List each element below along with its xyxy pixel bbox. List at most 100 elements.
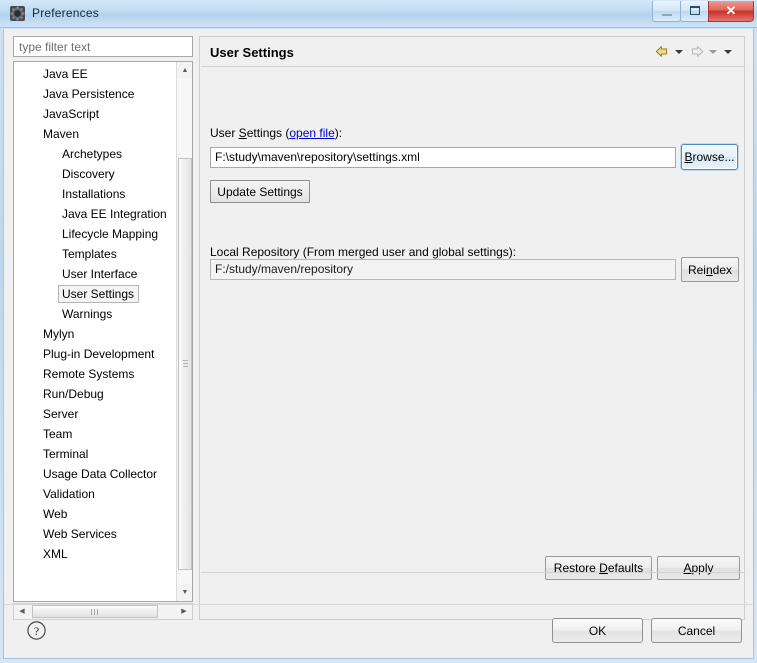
footer-separator	[4, 604, 753, 605]
tree-item-label: JavaScript	[43, 107, 100, 121]
tree-item[interactable]: User Interface	[14, 264, 176, 284]
tree-item[interactable]: Web	[14, 504, 176, 524]
tree-item[interactable]: Templates	[14, 244, 176, 264]
tree-item[interactable]: Plug-in Development	[14, 344, 176, 364]
reindex-button[interactable]: Reindex	[681, 257, 739, 282]
maximize-button[interactable]	[680, 1, 709, 22]
user-settings-label: User Settings (open file):	[210, 126, 343, 140]
tree-item[interactable]: Remote Systems	[14, 364, 176, 384]
title-bar: Preferences ✕	[0, 0, 757, 28]
filter-placeholder: type filter text	[19, 40, 91, 54]
scroll-left-arrow-icon[interactable]: ◀	[14, 604, 30, 619]
page-nav-toolbar	[654, 43, 735, 60]
tree-item-label: Discovery	[62, 167, 115, 181]
scroll-thumb-grip-icon	[183, 360, 188, 368]
scroll-down-arrow-icon[interactable]: ▼	[177, 584, 192, 601]
window-controls: ✕	[652, 1, 754, 23]
tree-item[interactable]: Archetypes	[14, 144, 176, 164]
tree-item[interactable]: Discovery	[14, 164, 176, 184]
tree-item[interactable]: Server	[14, 404, 176, 424]
scroll-up-arrow-icon[interactable]: ▲	[177, 62, 192, 79]
preferences-gear-icon	[9, 5, 26, 22]
tree-item[interactable]: Web Services	[14, 524, 176, 544]
local-repository-path-input: F:/study/maven/repository	[210, 259, 676, 280]
tree-item[interactable]: User Settings	[14, 284, 176, 304]
tree-item-label: Java EE Integration	[62, 207, 167, 221]
preferences-tree[interactable]: Java EE Java Persistence JavaScript Maven Ar…	[13, 61, 193, 602]
preferences-window: Preferences ✕ type filter text Java EE Ja…	[0, 0, 757, 663]
update-settings-button[interactable]: Update Settings	[210, 180, 310, 203]
browse-button[interactable]: Browse...	[681, 144, 738, 170]
back-arrow-icon[interactable]	[654, 43, 671, 60]
tree-item-label: User Interface	[62, 267, 138, 281]
maximize-icon	[690, 6, 700, 15]
minimize-icon	[662, 14, 672, 16]
tree-item-label: Terminal	[43, 447, 89, 461]
tree-item[interactable]: Validation	[14, 484, 176, 504]
ok-button[interactable]: OK	[552, 618, 643, 643]
tree-item[interactable]: Lifecycle Mapping	[14, 224, 176, 244]
tree-item-label: Mylyn	[43, 327, 75, 341]
scroll-right-arrow-icon[interactable]: ▶	[176, 604, 192, 619]
close-button[interactable]: ✕	[708, 1, 754, 22]
svg-text:?: ?	[34, 624, 39, 638]
tree-item-label: Validation	[43, 487, 95, 501]
tree-item[interactable]: JavaScript	[14, 104, 176, 124]
open-file-link[interactable]: open file	[289, 126, 334, 140]
tree-item-label: User Settings	[62, 287, 135, 301]
tree-item-label: Archetypes	[62, 147, 123, 161]
tree-item[interactable]: Java EE	[14, 64, 176, 84]
tree-item[interactable]: Terminal	[14, 444, 176, 464]
page-bottom-separator	[201, 572, 745, 573]
page-title: User Settings	[210, 45, 294, 60]
tree-item[interactable]: Warnings	[14, 304, 176, 324]
tree-item[interactable]: Run/Debug	[14, 384, 176, 404]
tree-item-label: XML	[43, 547, 68, 561]
tree-item-label: Warnings	[62, 307, 113, 321]
forward-arrow-icon	[688, 43, 705, 60]
dialog-body: type filter text Java EE Java Persistence…	[3, 29, 754, 659]
filter-input[interactable]: type filter text	[13, 36, 193, 57]
tree-item-label: Server	[43, 407, 79, 421]
tree-item-label: Maven	[43, 127, 80, 141]
tree-horizontal-scroll-thumb[interactable]	[32, 605, 158, 618]
tree-item-label: Web	[43, 507, 68, 521]
apply-button[interactable]: Apply	[657, 556, 740, 580]
back-dropdown-icon[interactable]	[673, 43, 686, 60]
tree-item-label: Java EE	[43, 67, 88, 81]
tree-item[interactable]: XML	[14, 544, 176, 564]
tree-item-label: Lifecycle Mapping	[62, 227, 159, 241]
tree-vertical-scroll-thumb[interactable]	[178, 158, 192, 570]
tree-item[interactable]: Installations	[14, 184, 176, 204]
view-menu-icon[interactable]	[722, 43, 735, 60]
tree-item-label: Java Persistence	[43, 87, 135, 101]
tree-item[interactable]: Mylyn	[14, 324, 176, 344]
scroll-thumb-grip-icon	[91, 609, 99, 615]
tree-item-label: Run/Debug	[43, 387, 104, 401]
tree-item[interactable]: Java Persistence	[14, 84, 176, 104]
tree-item[interactable]: Team	[14, 424, 176, 444]
restore-defaults-button[interactable]: Restore Defaults	[545, 556, 652, 580]
window-title: Preferences	[32, 6, 99, 20]
settings-page: User Settings User Settings (open file):…	[199, 36, 745, 620]
tree-item-label: Team	[43, 427, 73, 441]
close-icon: ✕	[725, 3, 737, 18]
tree-item-label: Installations	[62, 187, 126, 201]
user-settings-path-input[interactable]: F:\study\maven\repository\settings.xml	[210, 147, 676, 168]
tree-item[interactable]: Usage Data Collector	[14, 464, 176, 484]
tree-item[interactable]: Maven	[14, 124, 176, 144]
tree-vertical-scrollbar[interactable]: ▲ ▼	[176, 62, 192, 601]
tree-item-label: Plug-in Development	[43, 347, 155, 361]
title-separator	[201, 66, 745, 67]
forward-dropdown-icon	[707, 43, 720, 60]
tree-item-label: Templates	[62, 247, 117, 261]
local-repository-label: Local Repository (From merged user and g…	[210, 245, 517, 259]
tree-items: Java EE Java Persistence JavaScript Maven Ar…	[14, 64, 176, 564]
help-icon[interactable]: ?	[26, 620, 47, 641]
tree-item-label: Usage Data Collector	[43, 467, 158, 481]
minimize-button[interactable]	[652, 1, 681, 22]
tree-item-label: Remote Systems	[43, 367, 135, 381]
tree-horizontal-scrollbar[interactable]: ◀ ▶	[13, 603, 193, 620]
cancel-button[interactable]: Cancel	[651, 618, 742, 643]
tree-item[interactable]: Java EE Integration	[14, 204, 176, 224]
